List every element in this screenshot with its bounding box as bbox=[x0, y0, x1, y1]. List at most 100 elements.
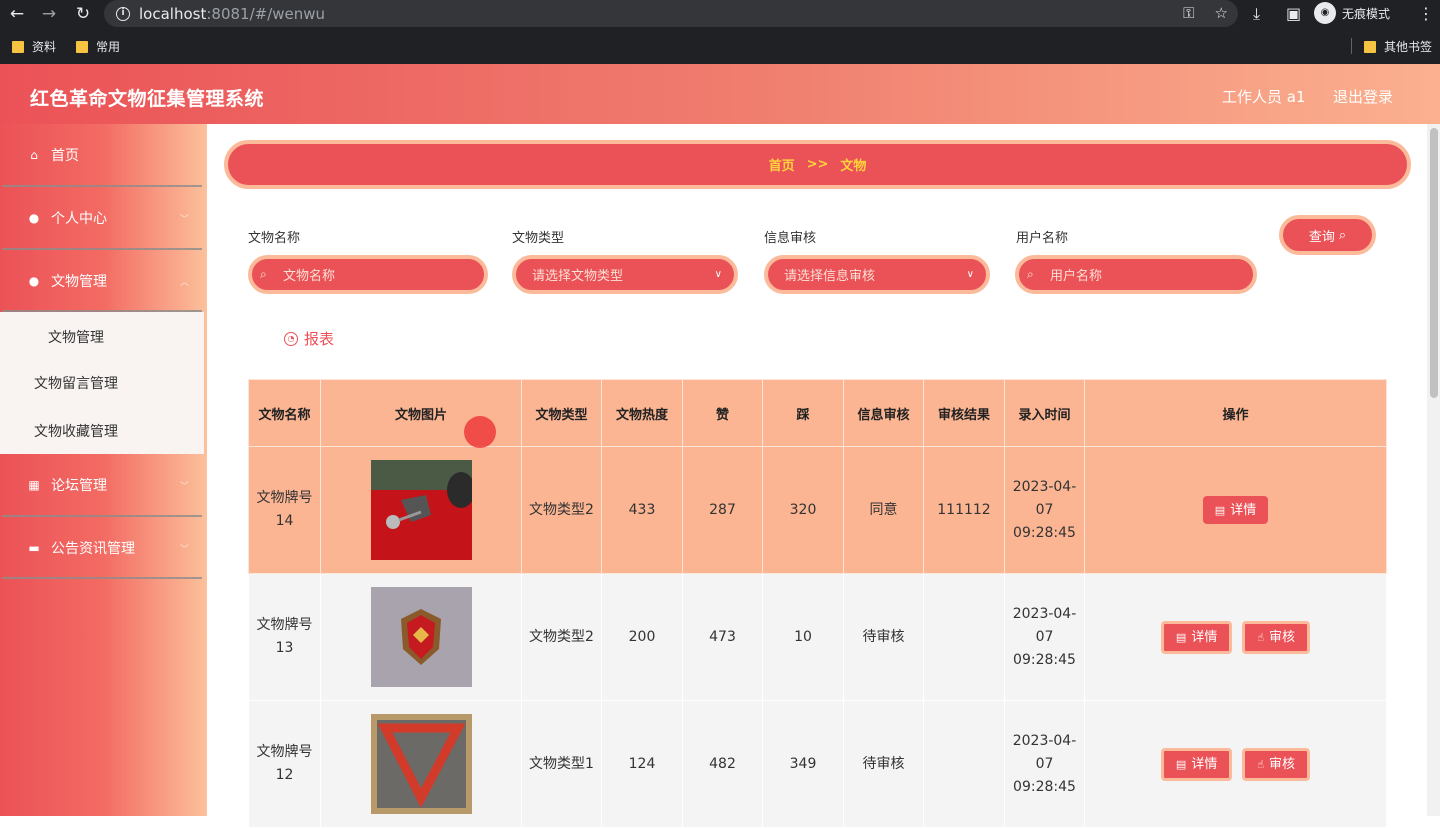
bookmark-other[interactable]: 其他书签 bbox=[1364, 38, 1432, 55]
home-icon: ⌂ bbox=[30, 148, 38, 162]
pie-chart-icon: ◔ bbox=[284, 331, 298, 346]
relic-image[interactable] bbox=[370, 587, 472, 687]
user-icon: ● bbox=[28, 211, 40, 225]
logout-link[interactable]: 退出登录 bbox=[1333, 86, 1393, 107]
filter-label-type: 文物类型 bbox=[512, 231, 565, 246]
forward-icon[interactable]: → bbox=[38, 3, 60, 25]
sidebar-item-relics[interactable]: ● 文物管理 ︿ bbox=[0, 250, 207, 312]
relics-table: 文物名称 文物图片 文物类型 文物热度 赞 踩 信息审核 审核结果 录入时间 操… bbox=[248, 379, 1387, 828]
audit-button[interactable]: ☝ 审核 bbox=[1242, 620, 1311, 654]
sidebar-item-news[interactable]: ▬ 公告资讯管理 ﹀ bbox=[0, 517, 207, 579]
app-title: 红色革命文物征集管理系统 bbox=[30, 88, 265, 110]
search-icon: ⌕ bbox=[1027, 267, 1034, 281]
filter-label-name: 文物名称 bbox=[248, 231, 301, 246]
detail-button[interactable]: ▤ 详情 bbox=[1202, 496, 1269, 524]
cell-image bbox=[320, 700, 522, 828]
address-bar[interactable]: i localhost:8081/#/wenwu ⚿ ☆ bbox=[104, 0, 1238, 27]
incognito-icon: ◉ bbox=[1314, 2, 1336, 24]
briefcase-icon: ▬ bbox=[28, 541, 40, 555]
bookmark-changyong[interactable]: 常用 bbox=[76, 38, 120, 55]
filter-label-audit: 信息审核 bbox=[764, 231, 817, 246]
cell-heat: 124 bbox=[601, 700, 683, 828]
cell-time: 2023-04-07 09:28:45 bbox=[1004, 446, 1085, 574]
cell-image bbox=[320, 446, 522, 574]
column-header: 信息审核 bbox=[843, 379, 924, 447]
column-header: 文物名称 bbox=[248, 379, 321, 447]
name-search-input[interactable]: ⌕ 文物名称 bbox=[248, 255, 488, 294]
cell-type: 文物类型1 bbox=[521, 700, 602, 828]
column-header: 文物热度 bbox=[601, 379, 683, 447]
chevron-down-icon: ∨ bbox=[966, 269, 974, 280]
detail-button[interactable]: ▤ 详情 bbox=[1160, 620, 1233, 654]
user-search-input[interactable]: ⌕ 用户名称 bbox=[1015, 255, 1257, 294]
url-text: localhost:8081/#/wenwu bbox=[139, 4, 326, 23]
scrollbar-thumb[interactable] bbox=[1430, 128, 1438, 398]
sidebar-item-home[interactable]: ⌂ 首页 bbox=[0, 124, 207, 186]
submenu-item-favorites[interactable]: 文物收藏管理 bbox=[34, 421, 118, 441]
cell-time: 2023-04-07 09:28:45 bbox=[1004, 573, 1085, 701]
detail-button[interactable]: ▤ 详情 bbox=[1160, 747, 1233, 781]
cell-like: 473 bbox=[682, 573, 763, 701]
cell-type: 文物类型2 bbox=[521, 446, 602, 574]
cell-actions: ▤ 详情 ☝ 审核 bbox=[1084, 700, 1387, 828]
back-icon[interactable]: ← bbox=[6, 3, 28, 25]
cell-heat: 433 bbox=[601, 446, 683, 574]
sidebar-item-forum[interactable]: ▦ 论坛管理 ﹀ bbox=[0, 454, 207, 516]
download-icon[interactable]: ⤓ bbox=[1253, 2, 1260, 26]
folder-icon bbox=[76, 40, 88, 53]
column-header: 录入时间 bbox=[1004, 379, 1085, 447]
cursor-highlight bbox=[464, 416, 496, 448]
cell-audit: 待审核 bbox=[843, 573, 924, 701]
cell-dislike: 10 bbox=[762, 573, 844, 701]
menu-icon[interactable]: ⋮ bbox=[1418, 2, 1434, 26]
chevron-up-icon: ︿ bbox=[179, 277, 189, 288]
sidebar-item-profile[interactable]: ● 个人中心 ﹀ bbox=[0, 187, 207, 249]
cell-heat: 200 bbox=[601, 573, 683, 701]
type-select[interactable]: 请选择文物类型 ∨ bbox=[512, 255, 738, 294]
query-button[interactable]: 查询 ⌕ bbox=[1279, 215, 1376, 255]
relic-image[interactable] bbox=[370, 714, 472, 814]
report-link[interactable]: ◔ 报表 bbox=[284, 328, 334, 349]
audit-button[interactable]: ☝ 审核 bbox=[1242, 747, 1311, 781]
column-header: 操作 bbox=[1084, 379, 1387, 447]
incognito-indicator[interactable]: ◉ 无痕模式 bbox=[1314, 2, 1390, 24]
cell-dislike: 349 bbox=[762, 700, 844, 828]
chevron-down-icon: ﹀ bbox=[179, 481, 189, 492]
cell-name: 文物牌号12 bbox=[248, 700, 321, 828]
column-header: 文物类型 bbox=[521, 379, 602, 447]
breadcrumb-separator: >> bbox=[806, 157, 829, 172]
cell-audit: 待审核 bbox=[843, 700, 924, 828]
folder-icon bbox=[1364, 40, 1376, 53]
table-row: 文物牌号14 文物类型2 433 287 320 同意 111112 2023-… bbox=[248, 446, 1387, 574]
column-header: 赞 bbox=[682, 379, 763, 447]
submenu-item-comments[interactable]: 文物留言管理 bbox=[34, 373, 118, 393]
cell-actions: ▤ 详情 bbox=[1084, 446, 1387, 574]
document-icon: ▤ bbox=[1214, 503, 1226, 517]
cell-result bbox=[923, 573, 1005, 701]
grid-icon: ▦ bbox=[28, 478, 40, 492]
breadcrumb-current: 文物 bbox=[840, 159, 867, 174]
cell-name: 文物牌号14 bbox=[248, 446, 321, 574]
key-icon[interactable]: ⚿ bbox=[1183, 4, 1194, 22]
column-header: 踩 bbox=[762, 379, 844, 447]
breadcrumb-home[interactable]: 首页 bbox=[769, 155, 795, 174]
folder-icon bbox=[12, 40, 24, 53]
audit-select[interactable]: 请选择信息审核 ∨ bbox=[764, 255, 990, 294]
chevron-down-icon: ﹀ bbox=[179, 544, 189, 555]
cell-result: 111112 bbox=[923, 446, 1005, 574]
divider bbox=[2, 577, 202, 579]
breadcrumb: 首页 >> 文物 bbox=[224, 140, 1411, 189]
cell-time: 2023-04-07 09:28:45 bbox=[1004, 700, 1085, 828]
relic-image[interactable] bbox=[370, 460, 472, 560]
info-icon[interactable]: i bbox=[116, 6, 130, 21]
document-icon: ▤ bbox=[1175, 757, 1187, 771]
submenu-item-relics[interactable]: 文物管理 bbox=[48, 327, 104, 347]
star-icon[interactable]: ☆ bbox=[1215, 4, 1228, 22]
current-user: 工作人员 a1 bbox=[1222, 88, 1306, 106]
bookmark-ziliao[interactable]: 资料 bbox=[12, 38, 56, 55]
incognito-label: 无痕模式 bbox=[1342, 6, 1391, 21]
sidepanel-icon[interactable]: ▣ bbox=[1286, 2, 1301, 26]
user-icon: ● bbox=[28, 274, 40, 288]
document-icon: ▤ bbox=[1175, 630, 1187, 644]
reload-icon[interactable]: ↻ bbox=[72, 3, 94, 25]
